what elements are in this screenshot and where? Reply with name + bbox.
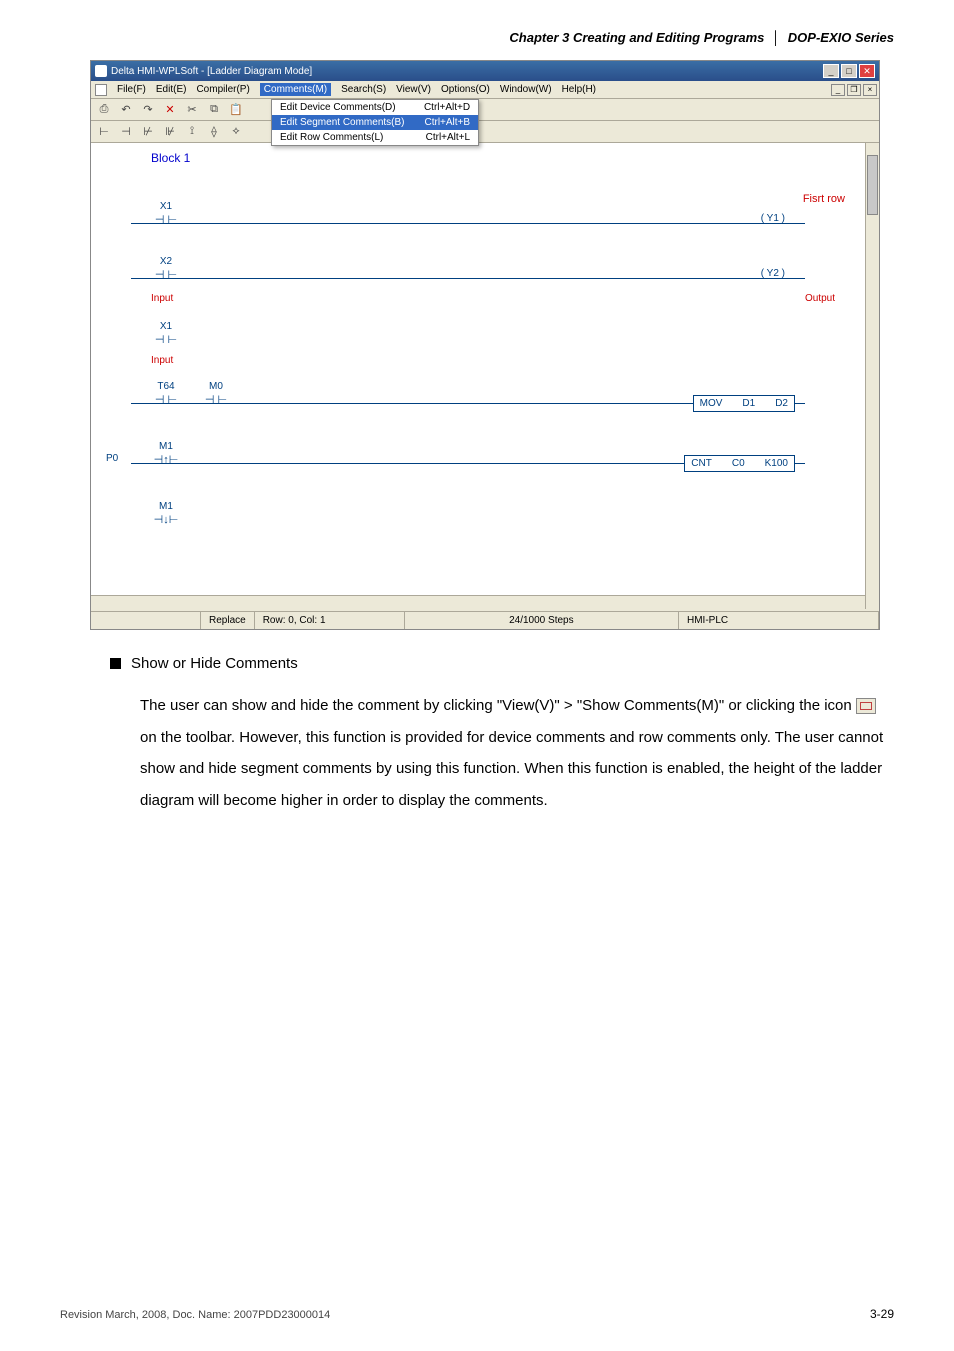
ladder-tool-3[interactable]: ⊬: [139, 123, 157, 141]
no-contact-icon: ⊣ ⊢: [205, 394, 227, 406]
contact-x1[interactable]: X1 ⊣ ⊢: [151, 213, 181, 226]
undo-icon[interactable]: ↶: [117, 101, 135, 119]
status-mode: Replace: [201, 612, 255, 629]
ladder-tool-4[interactable]: ⊮: [161, 123, 179, 141]
status-steps: 24/1000 Steps: [405, 612, 679, 629]
no-contact-icon: ⊣ ⊢: [155, 269, 177, 281]
section-body: The user can show and hide the comment b…: [140, 690, 884, 816]
ladder-tool-1[interactable]: ⊢: [95, 123, 113, 141]
dropdown-row-comments[interactable]: Edit Row Comments(L) Ctrl+Alt+L: [272, 130, 478, 145]
footer-revision: Revision March, 2008, Doc. Name: 2007PDD…: [60, 1309, 330, 1321]
horizontal-scrollbar[interactable]: [91, 595, 865, 609]
menu-file[interactable]: File(F): [117, 84, 146, 95]
scroll-thumb[interactable]: [867, 155, 878, 215]
print-icon[interactable]: ⎙: [95, 101, 113, 119]
menu-window[interactable]: Window(W): [500, 84, 552, 95]
redo-icon[interactable]: ↷: [139, 101, 157, 119]
doc-icon: [95, 84, 107, 96]
status-pos: Row: 0, Col: 1: [255, 612, 405, 629]
rung-4: T64 ⊣ ⊢ M0 ⊣ ⊢ MOV D1 D2: [131, 383, 805, 413]
menu-search[interactable]: Search(S): [341, 84, 386, 95]
show-comments-icon: [856, 698, 876, 714]
falling-contact-icon: ⊣↓⊢: [154, 514, 179, 526]
contact-t64[interactable]: T64 ⊣ ⊢: [151, 393, 181, 406]
contact-m1-rising[interactable]: M1 ⊣↑⊢: [151, 453, 181, 466]
ladder-content[interactable]: Block 1 Fisrt row X1 ⊣ ⊢ ( Y1 ) Input Ou…: [91, 143, 865, 595]
menu-comments[interactable]: Comments(M): [260, 83, 331, 96]
cnt-instruction[interactable]: CNT C0 K100: [684, 455, 795, 472]
ladder-area: Block 1 Fisrt row X1 ⊣ ⊢ ( Y1 ) Input Ou…: [91, 143, 879, 609]
minimize-button[interactable]: _: [823, 64, 839, 78]
no-contact-icon: ⊣ ⊢: [155, 214, 177, 226]
ladder-tool-7[interactable]: ⟡: [227, 123, 245, 141]
rung-6: M1 ⊣↓⊢: [131, 503, 805, 533]
ladder-tool-2[interactable]: ⊣: [117, 123, 135, 141]
close-button[interactable]: ✕: [859, 64, 875, 78]
toolbar-1: ⎙ ↶ ↷ ✕ ✂ ⧉ 📋 Edit Device Comments(D) Ct…: [91, 99, 879, 121]
first-row-label: Fisrt row: [803, 193, 845, 205]
coil-y2[interactable]: ( Y2 ): [761, 268, 785, 279]
input-label-1: Input: [151, 293, 173, 304]
output-label: Output: [805, 293, 835, 304]
rung-2: X2 ⊣ ⊢ ( Y2 ): [131, 258, 805, 288]
section-heading-row: Show or Hide Comments: [110, 655, 298, 672]
rung-3: X1 ⊣ ⊢: [131, 323, 805, 353]
rung-5: M1 ⊣↑⊢ CNT C0 K100: [131, 443, 805, 473]
window-controls: _ □ ✕: [823, 64, 875, 78]
body-part1: The user can show and hide the comment b…: [140, 697, 856, 714]
window-title: Delta HMI-WPLSoft - [Ladder Diagram Mode…: [111, 66, 312, 77]
no-contact-icon: ⊣ ⊢: [155, 394, 177, 406]
toolbar-2: ⊢ ⊣ ⊬ ⊮ ⟟ ⟠ ⟡: [91, 121, 879, 143]
ladder-tool-5[interactable]: ⟟: [183, 123, 201, 141]
p0-label: P0: [106, 453, 118, 464]
dropdown-device-comments[interactable]: Edit Device Comments(D) Ctrl+Alt+D: [272, 100, 478, 115]
statusbar: Replace Row: 0, Col: 1 24/1000 Steps HMI…: [91, 611, 879, 629]
contact-m1-falling[interactable]: M1 ⊣↓⊢: [151, 513, 181, 526]
menu-help[interactable]: Help(H): [562, 84, 596, 95]
app-icon: [95, 65, 107, 77]
titlebar: Delta HMI-WPLSoft - [Ladder Diagram Mode…: [91, 61, 879, 81]
menubar: File(F) Edit(E) Compiler(P) Comments(M) …: [91, 81, 879, 99]
page-header: Chapter 3 Creating and Editing Programs …: [509, 30, 894, 45]
dropdown-segment-comments[interactable]: Edit Segment Comments(B) Ctrl+Alt+B: [272, 115, 478, 130]
series-name: DOP-EXIO Series: [788, 30, 894, 45]
menu-edit[interactable]: Edit(E): [156, 84, 187, 95]
comments-dropdown: Edit Device Comments(D) Ctrl+Alt+D Edit …: [271, 99, 479, 146]
body-part2: on the toolbar. However, this function i…: [140, 729, 883, 809]
input-label-2: Input: [151, 355, 173, 366]
menu-view[interactable]: View(V): [396, 84, 431, 95]
contact-x1-b[interactable]: X1 ⊣ ⊢: [151, 333, 181, 346]
contact-x2[interactable]: X2 ⊣ ⊢: [151, 268, 181, 281]
child-restore[interactable]: ❐: [847, 84, 861, 96]
menu-compiler[interactable]: Compiler(P): [196, 84, 249, 95]
block-label: Block 1: [151, 151, 190, 165]
child-minimize[interactable]: _: [831, 84, 845, 96]
cut-icon[interactable]: ✂: [183, 101, 201, 119]
rung-1: X1 ⊣ ⊢ ( Y1 ): [131, 203, 805, 233]
chapter-title: Chapter 3 Creating and Editing Programs: [509, 30, 764, 45]
footer-page: 3-29: [870, 1307, 894, 1321]
copy-icon[interactable]: ⧉: [205, 101, 223, 119]
maximize-button[interactable]: □: [841, 64, 857, 78]
header-separator: │: [772, 30, 780, 45]
app-screenshot: Delta HMI-WPLSoft - [Ladder Diagram Mode…: [90, 60, 880, 630]
vertical-scrollbar[interactable]: [865, 143, 879, 609]
menu-options[interactable]: Options(O): [441, 84, 490, 95]
child-close[interactable]: ×: [863, 84, 877, 96]
no-contact-icon: ⊣ ⊢: [155, 334, 177, 346]
section-heading: Show or Hide Comments: [131, 655, 298, 672]
status-target: HMI-PLC: [679, 612, 879, 629]
ladder-tool-6[interactable]: ⟠: [205, 123, 223, 141]
contact-m0[interactable]: M0 ⊣ ⊢: [201, 393, 231, 406]
delete-icon[interactable]: ✕: [161, 101, 179, 119]
bullet-icon: [110, 658, 121, 669]
mov-instruction[interactable]: MOV D1 D2: [693, 395, 795, 412]
paste-icon[interactable]: 📋: [227, 101, 245, 119]
coil-y1[interactable]: ( Y1 ): [761, 213, 785, 224]
rising-contact-icon: ⊣↑⊢: [154, 454, 179, 466]
